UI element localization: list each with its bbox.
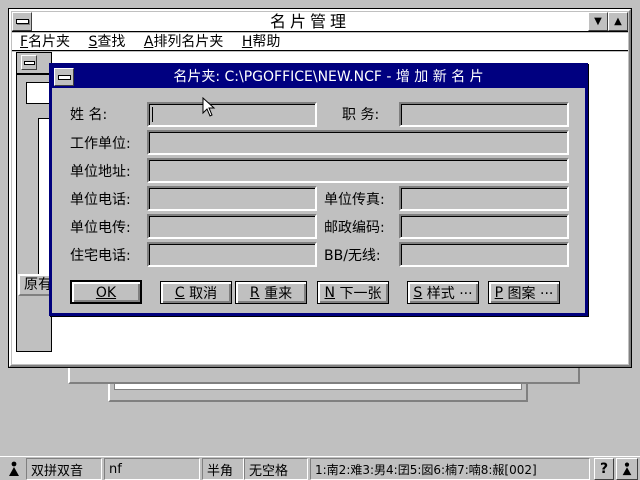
office-telex-label: 单位电传: (70, 220, 131, 236)
inner-system-menu-icon (23, 60, 35, 65)
person-icon (622, 462, 632, 476)
main-title: 名片管理 (269, 12, 350, 31)
person-icon (9, 461, 19, 476)
system-menu-icon (15, 19, 29, 24)
postcode-input[interactable] (399, 214, 569, 239)
address-input[interactable] (147, 158, 569, 183)
menu-help[interactable]: H帮助 (242, 33, 281, 51)
dialog-system-menu-button[interactable] (54, 68, 74, 86)
office-phone-input[interactable] (147, 186, 317, 211)
minimize-button[interactable]: ▼ (588, 12, 608, 31)
minimize-icon: ▼ (594, 15, 602, 27)
dialog-system-menu-icon (57, 74, 71, 80)
menu-arrange[interactable]: A排列名片夹 (144, 33, 224, 51)
postcode-label: 邮政编码: (324, 220, 385, 236)
address-label: 单位地址: (70, 164, 131, 180)
position-label: 职 务: (342, 107, 380, 123)
dialog-title-bar[interactable]: 名片夹: C:\PGOFFICE\NEW.NCF - 增 加 新 名 片 (52, 66, 585, 88)
system-menu-button[interactable] (12, 12, 32, 31)
main-title-bar[interactable]: 名片管理 ▼ ▲ (12, 12, 628, 32)
text-cursor (152, 107, 153, 122)
home-phone-label: 住宅电话: (70, 248, 131, 264)
help-button[interactable]: ? (594, 458, 614, 480)
ime-switch-button[interactable] (2, 458, 26, 480)
ime-exit-button[interactable] (616, 458, 638, 480)
inner-system-menu-button[interactable] (21, 55, 37, 70)
mouse-pointer-icon (202, 97, 216, 117)
candidate-list[interactable]: 1:南2:难3:男4:囝5:囡6:楠7:喃8:赧[002] (310, 458, 590, 480)
office-fax-input[interactable] (399, 186, 569, 211)
position-input[interactable] (399, 102, 569, 127)
maximize-icon: ▲ (614, 15, 622, 27)
menu-file[interactable]: F名片夹 (20, 33, 70, 51)
ime-status-bar: 双拼双音 nf 半角 无空格 1:南2:难3:男4:囝5:囡6:楠7:喃8:赧[… (0, 456, 640, 480)
reset-button[interactable]: R 重来 (235, 281, 307, 304)
office-fax-label: 单位传真: (324, 192, 385, 208)
space-mode-toggle[interactable]: 无空格 (244, 458, 308, 480)
pattern-button[interactable]: P 图案 ··· (488, 281, 560, 304)
inner-window-frame (16, 52, 52, 74)
pager-input[interactable] (399, 242, 569, 267)
home-phone-input[interactable] (147, 242, 317, 267)
cancel-button[interactable]: C 取消 (160, 281, 232, 304)
maximize-button[interactable]: ▲ (608, 12, 628, 31)
office-telex-input[interactable] (147, 214, 317, 239)
style-button[interactable]: S 样式 ··· (407, 281, 479, 304)
add-card-dialog: 名片夹: C:\PGOFFICE\NEW.NCF - 增 加 新 名 片 姓 名… (49, 63, 588, 316)
ime-input-field[interactable]: nf (104, 458, 200, 480)
ok-button[interactable]: OK (70, 280, 142, 304)
menu-search[interactable]: S查找 (89, 33, 126, 51)
company-input[interactable] (147, 130, 569, 155)
company-label: 工作单位: (70, 136, 131, 152)
name-label: 姓 名: (70, 107, 108, 123)
office-phone-label: 单位电话: (70, 192, 131, 208)
next-card-button[interactable]: N 下一张 (317, 281, 389, 304)
ime-name[interactable]: 双拼双音 (26, 458, 102, 480)
name-input[interactable] (147, 102, 317, 127)
dialog-title: 名片夹: C:\PGOFFICE\NEW.NCF - 增 加 新 名 片 (173, 69, 484, 85)
pager-label: BB/无线: (324, 248, 381, 264)
width-mode-toggle[interactable]: 半角 (202, 458, 244, 480)
menu-bar: F名片夹 S查找 A排列名片夹 H帮助 (12, 33, 628, 51)
